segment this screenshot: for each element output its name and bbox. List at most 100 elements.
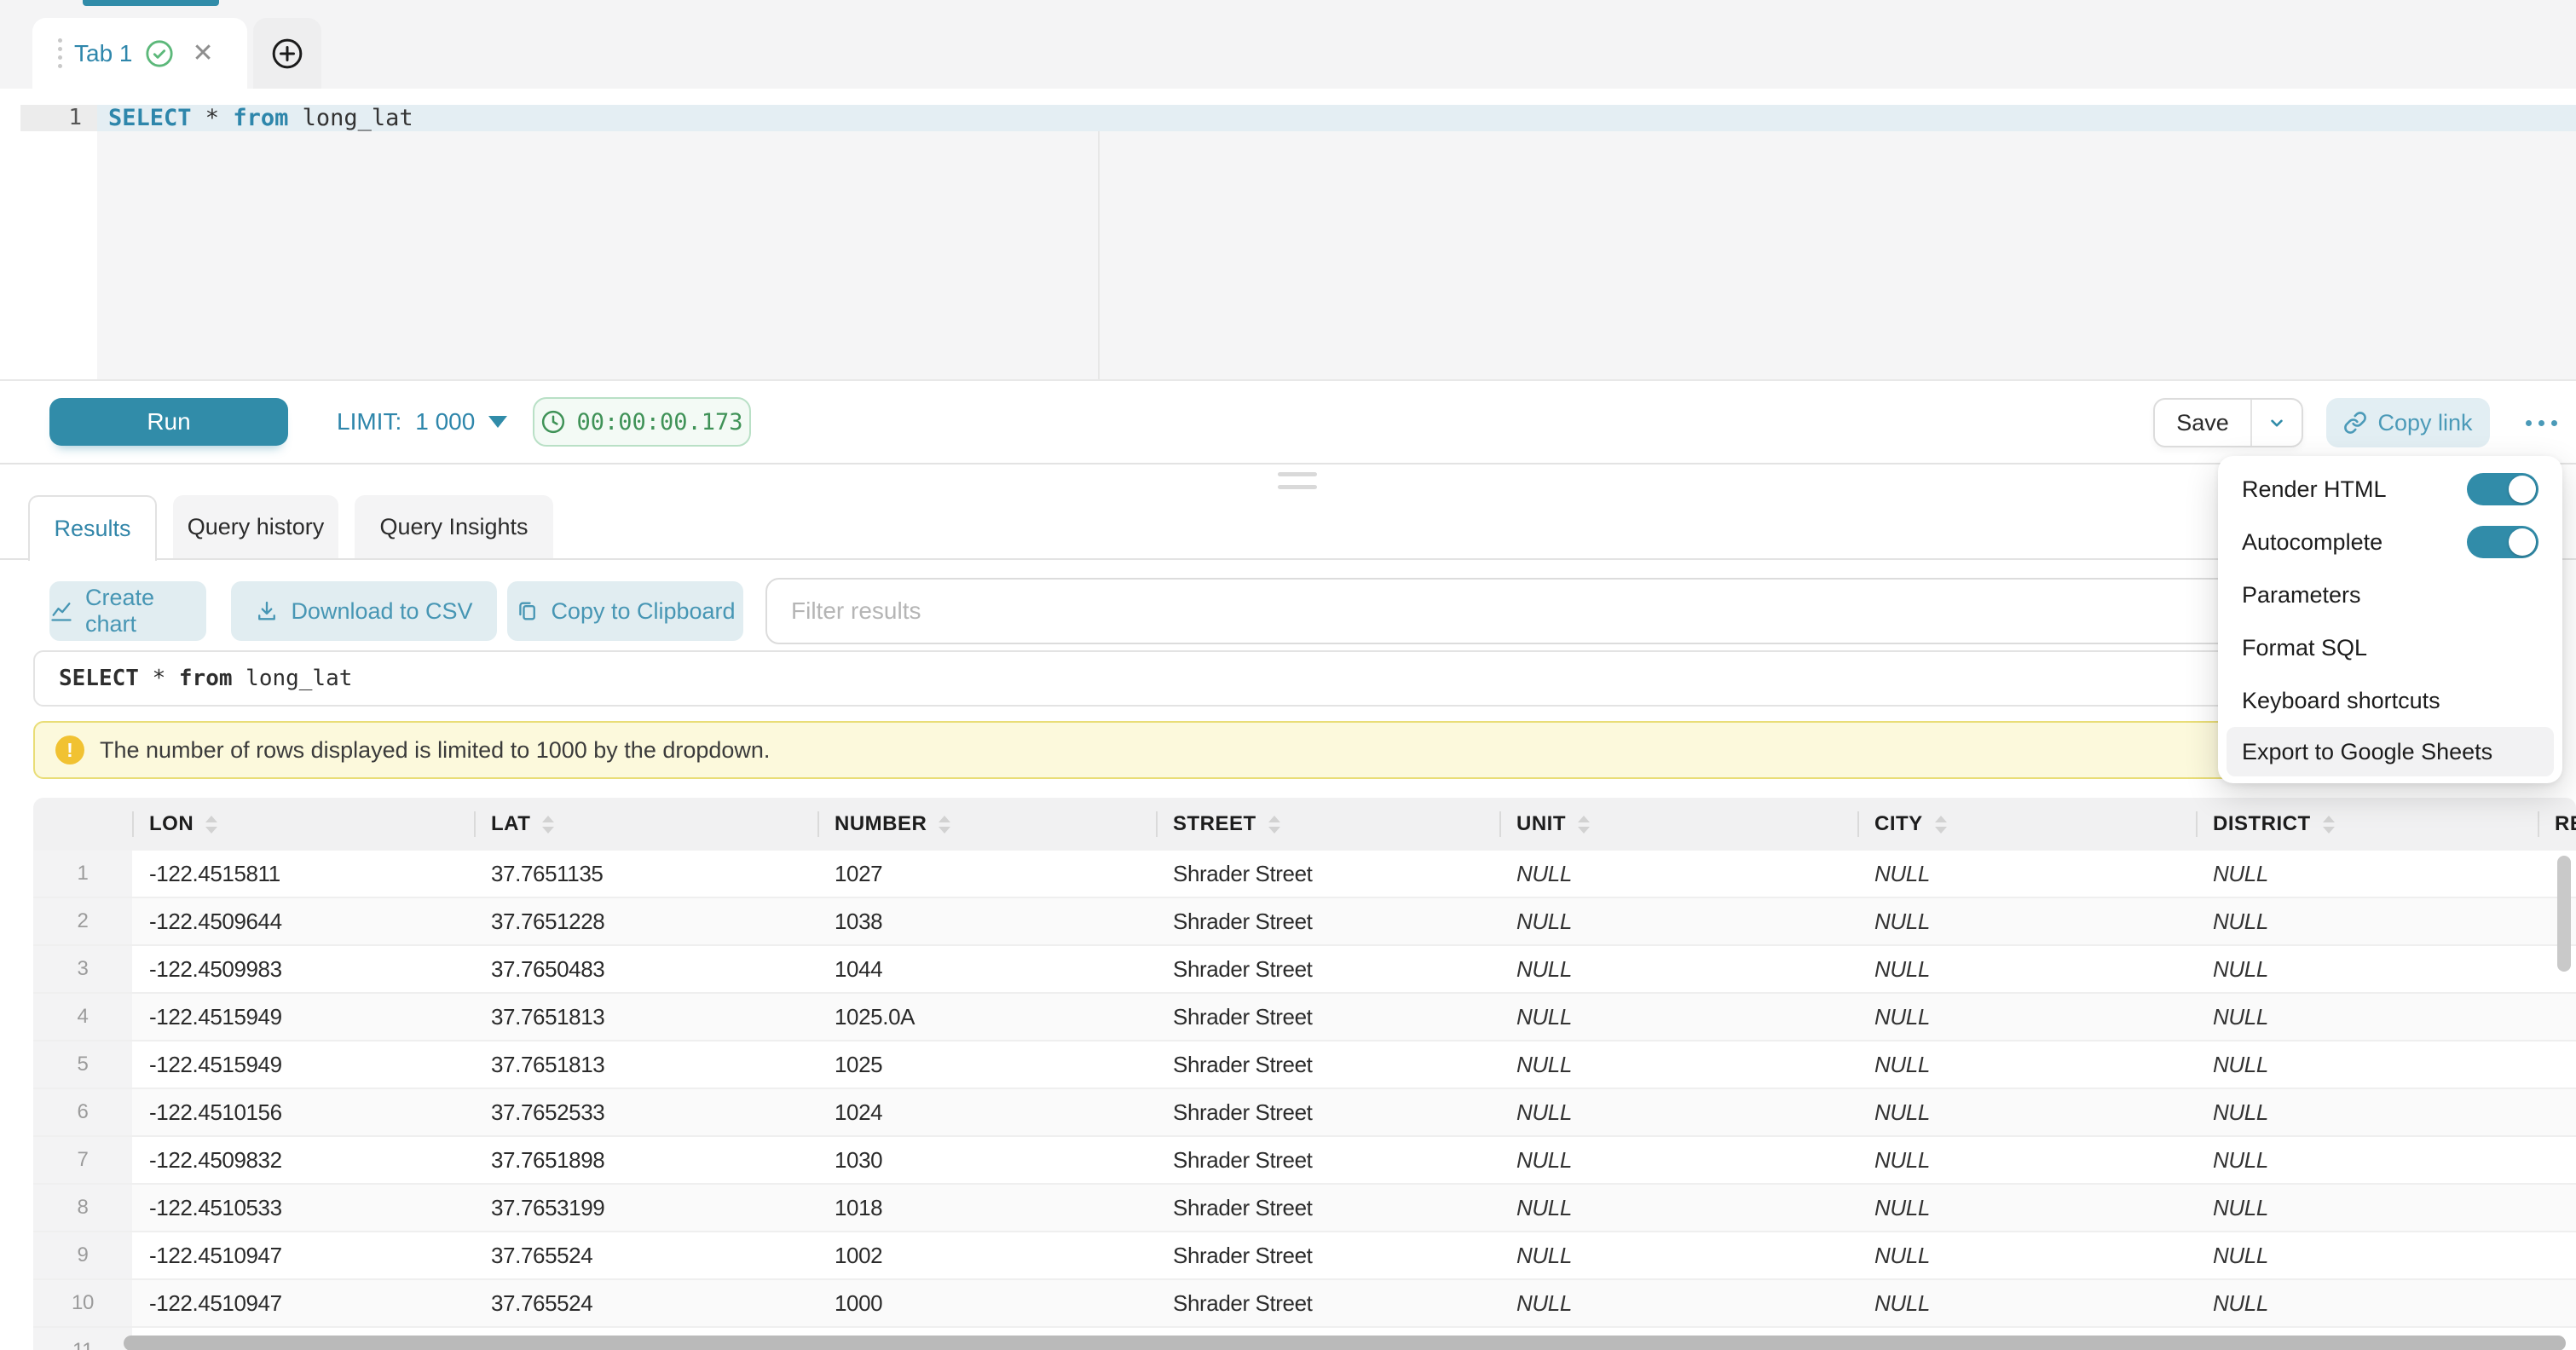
table-cell[interactable]: Shrader Street — [1156, 1137, 1499, 1183]
tab-query-history[interactable]: Query history — [173, 495, 338, 558]
table-cell[interactable]: Shrader Street — [1156, 946, 1499, 992]
create-chart-button[interactable]: Create chart — [49, 581, 206, 641]
table-cell[interactable]: -122.4509983 — [132, 946, 474, 992]
vertical-scrollbar[interactable] — [2557, 856, 2571, 972]
tab-query-insights[interactable]: Query Insights — [355, 495, 553, 558]
table-cell[interactable]: NULL — [1499, 1041, 1857, 1088]
table-cell[interactable] — [2538, 1280, 2576, 1326]
sort-icon[interactable] — [1268, 816, 1280, 834]
table-cell[interactable]: 37.765524 — [474, 1232, 817, 1278]
table-cell[interactable]: 1024 — [817, 1089, 1156, 1135]
table-cell[interactable]: -122.4510947 — [132, 1232, 474, 1278]
save-button[interactable]: Save — [2155, 400, 2252, 446]
table-cell[interactable]: Shrader Street — [1156, 1041, 1499, 1088]
menu-item-parameters[interactable]: Parameters — [2218, 568, 2562, 621]
column-header-number[interactable]: NUMBER — [817, 798, 1156, 851]
column-header-re[interactable]: RE — [2538, 798, 2576, 851]
table-cell[interactable]: Shrader Street — [1156, 994, 1499, 1040]
table-cell[interactable]: -122.4510947 — [132, 1280, 474, 1326]
table-cell[interactable]: Shrader Street — [1156, 1185, 1499, 1231]
table-cell[interactable]: -122.4509832 — [132, 1137, 474, 1183]
download-csv-button[interactable]: Download to CSV — [231, 581, 497, 641]
column-header-unit[interactable]: UNIT — [1499, 798, 1857, 851]
table-cell[interactable]: NULL — [1857, 1185, 2196, 1231]
table-cell[interactable]: 1044 — [817, 946, 1156, 992]
table-cell[interactable]: -122.4509644 — [132, 898, 474, 944]
copy-clipboard-button[interactable]: Copy to Clipboard — [507, 581, 743, 641]
horizontal-scrollbar[interactable] — [124, 1336, 2566, 1350]
run-query-button[interactable]: Run — [49, 398, 288, 446]
sort-icon[interactable] — [939, 816, 950, 834]
table-cell[interactable]: Shrader Street — [1156, 1089, 1499, 1135]
table-cell[interactable]: 37.7651898 — [474, 1137, 817, 1183]
table-cell[interactable]: 1027 — [817, 851, 1156, 897]
table-cell[interactable] — [2538, 1185, 2576, 1231]
row-number[interactable]: 2 — [33, 898, 132, 944]
autocomplete-toggle[interactable] — [2467, 526, 2538, 558]
menu-item-keyboard-shortcuts[interactable]: Keyboard shortcuts — [2218, 674, 2562, 727]
table-cell[interactable] — [2538, 994, 2576, 1040]
row-number[interactable]: 1 — [33, 851, 132, 897]
table-cell[interactable]: NULL — [2196, 851, 2538, 897]
table-cell[interactable]: 37.7650483 — [474, 946, 817, 992]
tab-results[interactable]: Results — [28, 495, 157, 561]
table-cell[interactable]: NULL — [1499, 946, 1857, 992]
row-number[interactable]: 9 — [33, 1232, 132, 1278]
sql-code-editor[interactable]: 1 SELECT * from long_lat — [0, 89, 2576, 379]
query-tab[interactable]: Tab 1 ✕ — [32, 18, 247, 89]
table-cell[interactable]: 37.7651228 — [474, 898, 817, 944]
table-cell[interactable]: NULL — [1857, 851, 2196, 897]
sort-icon[interactable] — [542, 816, 554, 834]
table-cell[interactable]: 1025.0A — [817, 994, 1156, 1040]
more-options-button[interactable] — [2515, 398, 2567, 447]
table-cell[interactable]: NULL — [1857, 1137, 2196, 1183]
table-cell[interactable]: NULL — [2196, 1185, 2538, 1231]
sort-icon[interactable] — [205, 816, 217, 834]
table-cell[interactable]: NULL — [1857, 1232, 2196, 1278]
table-cell[interactable]: Shrader Street — [1156, 1232, 1499, 1278]
table-cell[interactable]: NULL — [1499, 898, 1857, 944]
table-cell[interactable]: 37.7652533 — [474, 1089, 817, 1135]
table-cell[interactable]: 1030 — [817, 1137, 1156, 1183]
table-cell[interactable]: 1038 — [817, 898, 1156, 944]
limit-dropdown[interactable]: LIMIT: 1 000 — [337, 381, 507, 463]
table-cell[interactable] — [2538, 1089, 2576, 1135]
pane-resize-handle[interactable] — [1278, 472, 1317, 489]
table-cell[interactable]: NULL — [1857, 898, 2196, 944]
copy-link-button[interactable]: Copy link — [2326, 398, 2490, 447]
row-number[interactable]: 3 — [33, 946, 132, 992]
table-cell[interactable]: NULL — [1499, 1137, 1857, 1183]
table-cell[interactable]: NULL — [1857, 1280, 2196, 1326]
table-cell[interactable]: NULL — [1857, 946, 2196, 992]
table-cell[interactable]: 37.7653199 — [474, 1185, 817, 1231]
table-cell[interactable]: NULL — [1857, 1041, 2196, 1088]
menu-item-render-html[interactable]: Render HTML — [2218, 463, 2562, 516]
row-number[interactable]: 7 — [33, 1137, 132, 1183]
save-options-button[interactable] — [2252, 400, 2302, 446]
table-cell[interactable]: 37.765524 — [474, 1280, 817, 1326]
table-cell[interactable]: 1018 — [817, 1185, 1156, 1231]
table-cell[interactable]: Shrader Street — [1156, 898, 1499, 944]
table-cell[interactable]: 37.7651813 — [474, 1041, 817, 1088]
table-cell[interactable]: NULL — [1499, 1185, 1857, 1231]
table-cell[interactable]: -122.4515811 — [132, 851, 474, 897]
drag-handle-icon[interactable] — [58, 38, 62, 68]
new-tab-button[interactable] — [253, 18, 321, 89]
table-cell[interactable]: NULL — [1499, 994, 1857, 1040]
close-tab-icon[interactable]: ✕ — [193, 38, 214, 68]
table-cell[interactable] — [2538, 1041, 2576, 1088]
column-header-lat[interactable]: LAT — [474, 798, 817, 851]
menu-item-format-sql[interactable]: Format SQL — [2218, 621, 2562, 674]
table-cell[interactable]: Shrader Street — [1156, 851, 1499, 897]
table-cell[interactable]: NULL — [1857, 1089, 2196, 1135]
table-cell[interactable]: NULL — [2196, 898, 2538, 944]
table-cell[interactable] — [2538, 1137, 2576, 1183]
row-number[interactable]: 10 — [33, 1280, 132, 1326]
table-cell[interactable]: NULL — [1857, 994, 2196, 1040]
column-header-lon[interactable]: LON — [132, 798, 474, 851]
table-cell[interactable]: NULL — [2196, 1280, 2538, 1326]
menu-item-export-google-sheets[interactable]: Export to Google Sheets — [2227, 727, 2554, 776]
table-cell[interactable]: NULL — [1499, 1089, 1857, 1135]
row-number[interactable]: 8 — [33, 1185, 132, 1231]
table-cell[interactable]: NULL — [2196, 994, 2538, 1040]
